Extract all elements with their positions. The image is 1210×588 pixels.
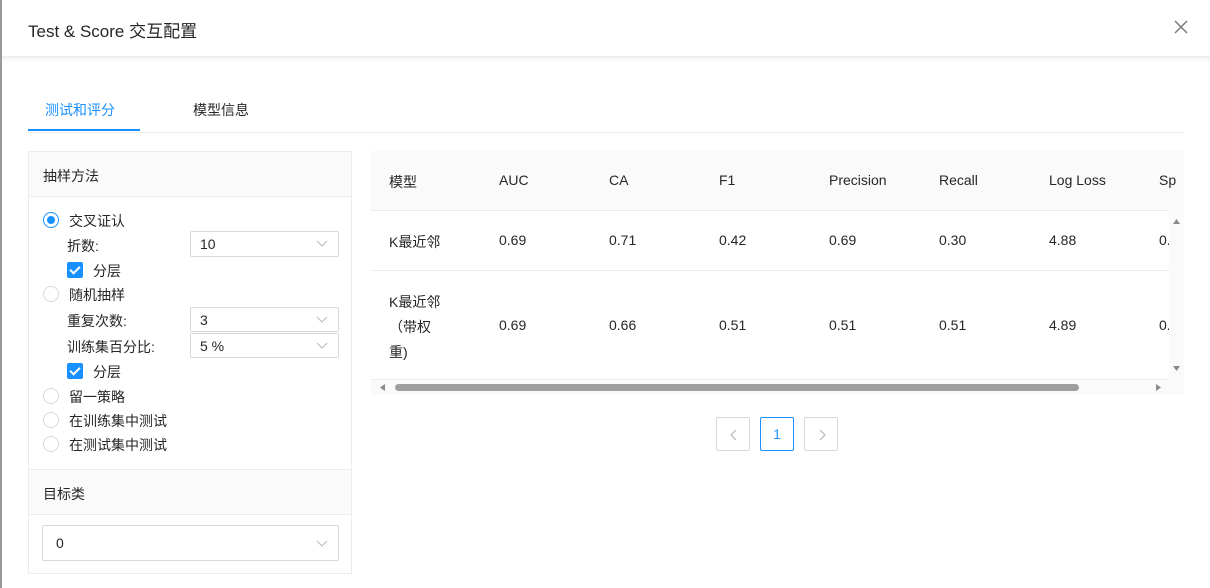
scroll-up-icon[interactable] — [1173, 219, 1180, 224]
repeat-value: 3 — [200, 312, 208, 328]
cell-model-line-2: （带权 — [389, 319, 431, 335]
chevron-down-icon — [316, 540, 328, 547]
folds-value: 10 — [200, 236, 216, 252]
repeat-label: 重复次数: — [67, 313, 127, 329]
scroll-right-icon[interactable] — [1156, 384, 1161, 391]
train-percent-select[interactable]: 5 % — [190, 333, 339, 358]
repeat-select[interactable]: 3 — [190, 307, 339, 332]
results-table: 模型 AUC CA F1 Precision Recall Log Loss S… — [371, 151, 1184, 395]
col-header-recall: Recall — [939, 172, 978, 188]
scroll-left-icon[interactable] — [380, 384, 385, 391]
cell-precision: 0.69 — [829, 232, 857, 248]
test-on-train-label: 在训练集中测试 — [69, 413, 167, 429]
tab-test-and-score[interactable]: 测试和评分 — [45, 100, 115, 120]
target-class-header: 目标类 — [29, 469, 351, 515]
cell-recall: 0.51 — [939, 317, 967, 333]
cell-model: K最近邻 — [389, 234, 441, 250]
target-class-title: 目标类 — [43, 486, 85, 502]
test-on-test-label: 在测试集中测试 — [69, 437, 167, 453]
chevron-left-icon — [730, 429, 737, 441]
active-tab-indicator — [28, 129, 140, 131]
cell-precision: 0.51 — [829, 317, 857, 333]
col-header-precision: Precision — [829, 172, 887, 188]
chevron-right-icon — [819, 429, 826, 441]
cell-model-line-3: 重) — [389, 344, 408, 360]
scroll-down-icon[interactable] — [1173, 366, 1180, 371]
horizontal-scrollbar[interactable] — [371, 380, 1184, 395]
horizontal-scroll-thumb[interactable] — [395, 384, 1079, 391]
cell-logloss: 4.88 — [1049, 232, 1077, 248]
cross-validation-label: 交叉证认 — [69, 213, 125, 229]
cell-recall: 0.30 — [939, 232, 967, 248]
page-1-button[interactable]: 1 — [760, 417, 794, 451]
leave-one-out-label: 留一策略 — [69, 389, 125, 405]
cell-model-line-1: K最近邻 — [389, 294, 441, 310]
cell-f1: 0.51 — [719, 317, 747, 333]
tab-model-info[interactable]: 模型信息 — [193, 100, 249, 120]
stratified-checkbox-1[interactable] — [67, 262, 83, 278]
radio-test-on-test[interactable] — [43, 436, 59, 452]
folds-label: 折数: — [67, 238, 99, 254]
stratified-checkbox-2[interactable] — [67, 363, 83, 379]
target-class-select[interactable]: 0 — [42, 525, 339, 561]
folds-select[interactable]: 10 — [190, 231, 339, 257]
random-sampling-label: 随机抽样 — [69, 287, 125, 303]
col-header-model: 模型 — [389, 174, 417, 190]
cell-ca: 0.71 — [609, 232, 637, 248]
train-percent-label: 训练集百分比: — [67, 339, 155, 355]
settings-panel: 抽样方法 交叉证认 折数: 10 分层 随机抽样 重复次数: 3 训练集百分比:… — [28, 151, 352, 574]
next-page-button[interactable] — [804, 417, 838, 451]
cell-logloss: 4.89 — [1049, 317, 1077, 333]
target-class-value: 0 — [56, 535, 64, 551]
radio-cross-validation[interactable] — [43, 212, 59, 228]
vertical-scrollbar[interactable] — [1169, 210, 1184, 380]
col-header-f1: F1 — [719, 172, 736, 188]
window-left-edge — [0, 0, 2, 588]
stratified-label-2: 分层 — [93, 364, 121, 380]
dialog-header: Test & Score 交互配置 — [2, 0, 1210, 57]
prev-page-button[interactable] — [716, 417, 750, 451]
col-header-logloss: Log Loss — [1049, 172, 1106, 188]
table-header: 模型 AUC CA F1 Precision Recall Log Loss S… — [371, 151, 1184, 211]
cell-f1: 0.42 — [719, 232, 747, 248]
table-row[interactable]: K最近邻 （带权 重) 0.69 0.66 0.51 0.51 0.51 4.8… — [371, 271, 1171, 380]
chevron-down-icon — [316, 316, 328, 323]
radio-random-sampling[interactable] — [43, 286, 59, 302]
radio-leave-one-out[interactable] — [43, 388, 59, 404]
cell-auc: 0.69 — [499, 232, 527, 248]
col-header-auc: AUC — [499, 172, 529, 188]
stratified-label-1: 分层 — [93, 263, 121, 279]
close-icon[interactable] — [1170, 16, 1192, 38]
sampling-title: 抽样方法 — [43, 168, 99, 184]
page-number: 1 — [773, 426, 781, 442]
table-row[interactable]: K最近邻 0.69 0.71 0.42 0.69 0.30 4.88 0. — [371, 211, 1171, 271]
cell-auc: 0.69 — [499, 317, 527, 333]
cell-ca: 0.66 — [609, 317, 637, 333]
sampling-header: 抽样方法 — [29, 152, 351, 197]
col-header-ca: CA — [609, 172, 629, 188]
radio-test-on-train[interactable] — [43, 412, 59, 428]
chevron-down-icon — [316, 342, 328, 349]
dialog-title: Test & Score 交互配置 — [28, 22, 198, 41]
tab-bar: 测试和评分 模型信息 — [28, 92, 1184, 133]
chevron-down-icon — [316, 240, 328, 247]
train-percent-value: 5 % — [200, 338, 225, 354]
header-divider — [2, 57, 1210, 63]
col-header-sp: Sp — [1159, 172, 1177, 188]
